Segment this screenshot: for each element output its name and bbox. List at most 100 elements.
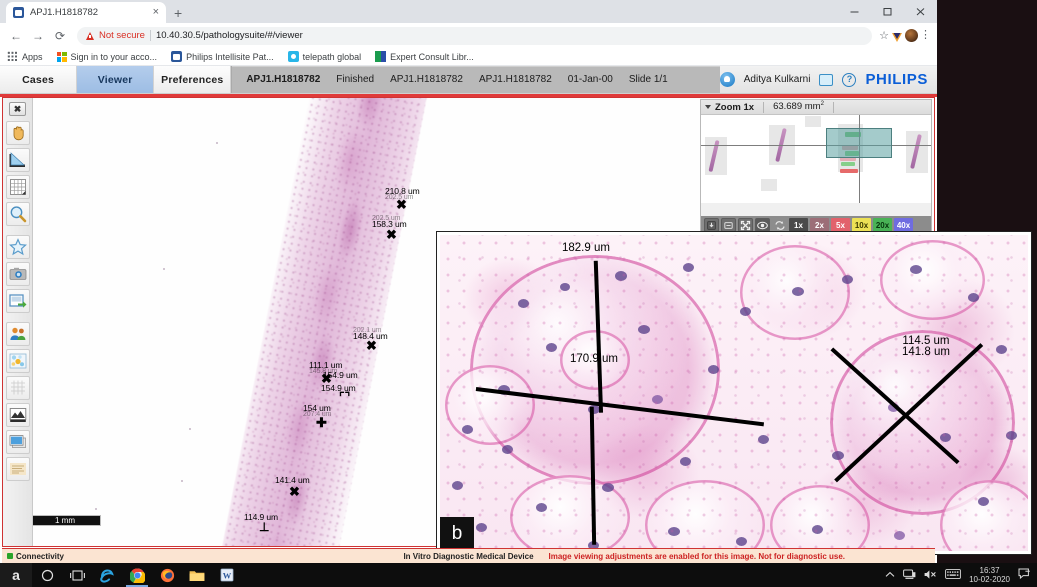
network-icon[interactable] [903,569,916,582]
cell-analysis-tool[interactable] [5,349,30,373]
fit-screen-button[interactable] [738,218,753,232]
bookmark-signin[interactable]: Sign in to your acco... [56,51,158,62]
magnify-tool[interactable] [5,202,30,226]
philips-logo: PHILIPS [865,71,928,88]
cortana-search-icon[interactable] [32,563,62,587]
help-icon[interactable]: ? [842,72,857,87]
bookmark-label: Apps [22,51,43,62]
zoom-level-20x[interactable]: 20x [873,218,892,232]
measurement-marker: ✖ [386,227,397,242]
divider [763,101,765,113]
browser-tab[interactable]: APJ1.H1818782 × [6,2,166,23]
bookmark-label: Philips Intellisite Pat... [186,51,274,62]
viewport-indicator[interactable] [826,128,892,158]
bookmark-telepath[interactable]: telepath global [287,51,361,62]
tab-title: APJ1.H1818782 [30,7,98,18]
tissue-section [199,98,432,546]
browser-tab-strip: APJ1.H1818782 × + [0,0,937,23]
volume-muted-icon[interactable] [924,569,937,582]
annotation-star-tool[interactable] [5,235,30,259]
export-image-tool[interactable] [5,289,30,313]
keyboard-icon[interactable] [945,569,961,581]
address-bar[interactable]: Not secure 10.40.30.5/pathologysuite/#/v… [77,26,873,45]
window-tool[interactable] [5,430,30,454]
bookmark-star-icon[interactable]: ☆ [879,29,889,42]
navpanel-header[interactable]: Zoom 1x 63.689 mm2 [701,100,931,115]
slide-overview-map[interactable] [701,115,931,203]
windows-taskbar: a W 16:37 10-02-2020 [0,563,1037,587]
extension-icon[interactable] [891,30,903,42]
action-center-icon[interactable] [1018,568,1031,582]
measure-ruler-tool[interactable] [5,148,30,172]
fine-grid-tool[interactable] [5,376,30,400]
bookmark-apps[interactable]: Apps [7,51,43,62]
area-label: 63.689 mm2 [773,101,824,112]
debris-speck [216,142,218,144]
measurement-value-secondary: 141.8 um [902,346,950,358]
philips-icon [171,51,183,62]
screen-root: APJ1.H1818782 × + ← → ⟳ Not secure 10.40… [0,0,1037,587]
forward-icon[interactable]: → [28,26,48,46]
breadcrumb-specimen: APJ1.H1818782 [390,74,463,85]
monitor-icon[interactable] [819,73,834,86]
firefox-icon[interactable] [152,563,182,587]
avatar[interactable] [905,29,918,42]
word-icon[interactable]: W [212,563,242,587]
area-value: 63.689 mm [773,101,821,113]
pan-hand-tool[interactable] [5,121,30,145]
bookmark-label: Sign in to your acco... [70,51,158,62]
zoom-level-10x[interactable]: 10x [852,218,871,232]
chevron-up-icon[interactable] [885,571,895,580]
taskbar-clock[interactable]: 16:37 10-02-2020 [969,566,1010,584]
tab-viewer[interactable]: Viewer [77,66,155,93]
clock-date: 10-02-2020 [969,575,1010,584]
window-controls [838,0,937,23]
internet-explorer-icon[interactable] [92,563,122,587]
reload-icon[interactable]: ⟳ [50,26,70,46]
zoom-box-button[interactable] [721,218,736,232]
task-view-icon[interactable] [62,563,92,587]
zoom-level-1x[interactable]: 1x [789,218,808,232]
expertconsult-icon [375,51,387,62]
zoom-level-40x[interactable]: 40x [894,218,913,232]
share-users-tool[interactable] [5,322,30,346]
tab-cases[interactable]: Cases [0,66,78,93]
measurement-marker: ⊥ [259,520,270,534]
sync-button[interactable] [772,218,787,232]
new-tab-button[interactable]: + [174,6,182,20]
back-icon[interactable]: ← [6,26,26,46]
minimize-icon[interactable] [838,0,871,23]
chrome-icon[interactable] [122,563,152,587]
debris-speck [163,268,165,270]
inset-measurement-label: 182.9 um [562,242,610,254]
bookmark-expert-consult[interactable]: Expert Consult Libr... [375,51,474,62]
thumb-slide-strip [805,116,821,127]
bell-icon[interactable] [719,72,735,87]
omnibox-divider [149,30,151,41]
zoom-out-button[interactable] [704,218,719,232]
measurement-value: 182.9 um [562,242,610,254]
measurement-marker: ✖ [289,484,300,499]
viewer-tool-rail: ✖ [3,98,33,546]
tissue-grain [199,98,432,546]
bookmark-philips-intellisite[interactable]: Philips Intellisite Pat... [171,51,274,62]
tab-preferences[interactable]: Preferences [154,66,232,93]
close-icon[interactable]: × [153,7,159,18]
zoom-level-2x[interactable]: 2x [810,218,829,232]
snapshot-camera-tool[interactable] [5,262,30,286]
overview-eye-button[interactable] [755,218,770,232]
maximize-icon[interactable] [871,0,904,23]
close-icon[interactable] [904,0,937,23]
close-icon[interactable]: ✖ [9,102,26,116]
chevron-down-icon[interactable] [705,105,711,109]
zoom-level-5x[interactable]: 5x [831,218,850,232]
notes-tool[interactable] [5,457,30,481]
chrome-menu-icon[interactable]: ⋮ [920,30,931,41]
image-adjust-tool[interactable] [5,403,30,427]
start-button[interactable]: a [0,563,32,587]
file-explorer-icon[interactable] [182,563,212,587]
measurement-value: 154.9 um [323,370,358,380]
device-classification-label: In Vitro Diagnostic Medical Device [403,551,534,561]
inset-measurement-label: 170.9 um [570,353,618,365]
grid-tool[interactable] [5,175,30,199]
